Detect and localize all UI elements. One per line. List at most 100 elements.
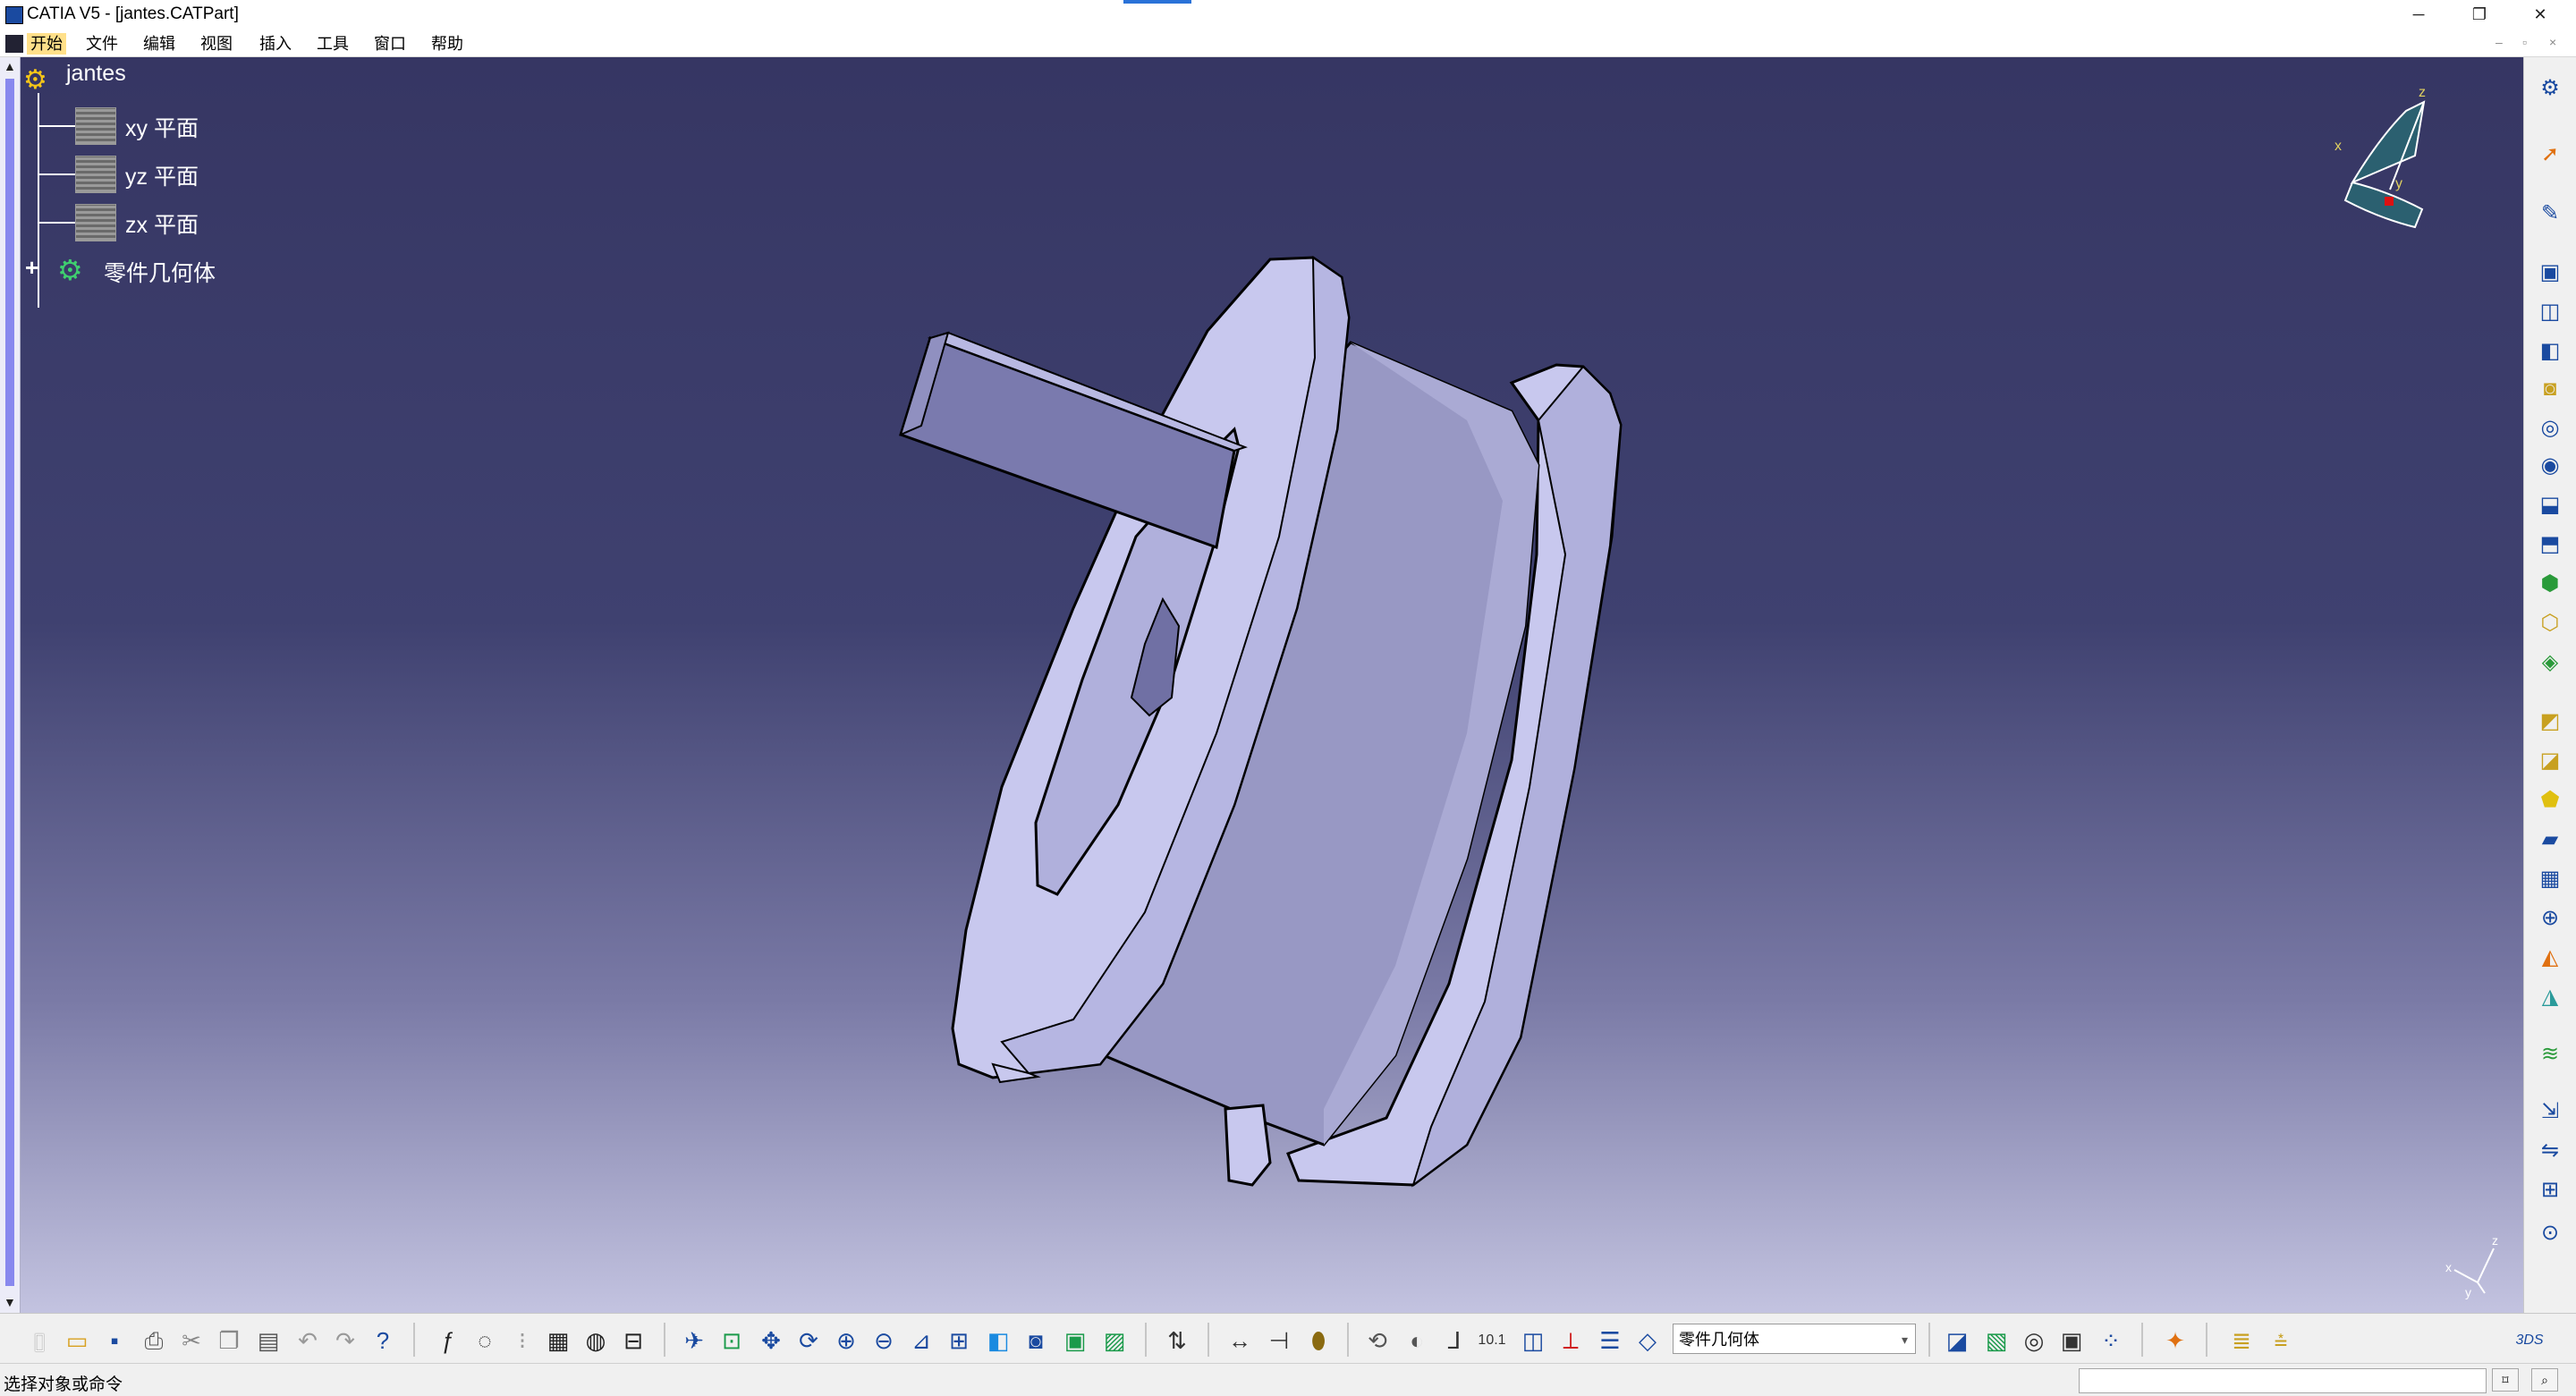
removed-loft-icon[interactable]: ⬡ [2537, 610, 2563, 637]
plane-icon[interactable] [75, 156, 116, 193]
sew-surface-icon[interactable]: ≋ [2537, 1041, 2563, 1068]
fit-all-icon[interactable]: ⊡ [717, 1326, 746, 1355]
command-input[interactable] [2079, 1368, 2487, 1393]
boolean-icon[interactable]: ◎ [2020, 1326, 2048, 1355]
pocket-icon[interactable]: ◫ [2537, 299, 2563, 326]
doc-restore-icon[interactable]: ▫ [2522, 35, 2527, 49]
rib-icon[interactable]: ◉ [2537, 453, 2563, 479]
insert-body-icon[interactable]: ◪ [1943, 1326, 1971, 1355]
layer-icon[interactable]: ≣ [2227, 1326, 2256, 1355]
shading-icon[interactable]: ◙ [1021, 1326, 1050, 1355]
shell-icon[interactable]: ▰ [2537, 826, 2563, 853]
grid-icon[interactable]: ⁘ [2097, 1326, 2125, 1355]
constraint-icon[interactable]: ⟂ [1556, 1326, 1585, 1355]
scaling-icon[interactable]: ⊙ [2537, 1220, 2563, 1247]
analysis-icon[interactable]: ▣ [2057, 1326, 2086, 1355]
iso-view-icon[interactable]: ◧ [984, 1326, 1013, 1355]
mirror-icon[interactable]: ⇋ [2537, 1138, 2563, 1164]
fly-mode-icon[interactable]: ✈ [680, 1326, 708, 1355]
redo-icon[interactable]: ↷ [331, 1326, 360, 1355]
knowledge-icon[interactable]: ◌ [470, 1326, 499, 1355]
new-icon[interactable]: ▯ [25, 1326, 54, 1355]
menu-insert[interactable]: 插入 [256, 33, 295, 55]
pan-icon[interactable]: ✥ [757, 1326, 785, 1355]
compass-widget[interactable]: z x y [2326, 75, 2442, 236]
law-icon[interactable]: ⁝ [508, 1326, 537, 1355]
save-icon[interactable]: ▪ [100, 1326, 129, 1355]
chamfer-icon[interactable]: ◪ [2537, 748, 2563, 774]
part-icon[interactable]: ⚙ [23, 63, 59, 98]
draft-icon[interactable]: ⬟ [2537, 787, 2563, 814]
copy-icon[interactable]: ❐ [215, 1326, 243, 1355]
tree-root-jantes[interactable]: jantes [66, 61, 126, 87]
axis-system-icon[interactable]: ⅃ [1440, 1326, 1469, 1355]
sketcher-icon[interactable]: ✎ [2537, 200, 2563, 227]
menu-tools[interactable]: 工具 [313, 33, 352, 55]
update-icon[interactable]: ⇅ [1163, 1326, 1191, 1355]
measure-between-icon[interactable]: ↔ [1225, 1326, 1254, 1355]
tree-item-yz-plane[interactable]: yz 平面 [125, 159, 199, 191]
insert-geoset-icon[interactable]: ▧ [1982, 1326, 2011, 1355]
hole-icon[interactable]: ◎ [2537, 415, 2563, 442]
open-icon[interactable]: ▭ [63, 1326, 91, 1355]
tree-item-xy-plane[interactable]: xy 平面 [125, 111, 199, 143]
restore-button[interactable]: ❐ [2451, 0, 2508, 30]
hide-show-icon[interactable]: ▣ [1061, 1326, 1089, 1355]
rotate-icon[interactable]: ⟳ [794, 1326, 823, 1355]
thread-icon[interactable]: ⊕ [2537, 905, 2563, 932]
whats-this-icon[interactable]: ? [369, 1326, 397, 1355]
sketch-settings-icon[interactable]: ⚙ [2537, 75, 2563, 102]
command-go-icon[interactable]: ⌑ [2492, 1368, 2519, 1392]
3d-viewport[interactable]: z x y z x y [0, 57, 2523, 1313]
swap-visible-icon[interactable]: ▨ [1100, 1326, 1129, 1355]
print-icon[interactable]: ⎙ [140, 1326, 168, 1355]
menu-edit[interactable]: 编辑 [140, 33, 179, 55]
tree-scroll-strip[interactable]: ▲ ▼ [0, 57, 21, 1313]
plane-icon[interactable] [75, 204, 116, 241]
fillet-icon[interactable]: ◩ [2537, 708, 2563, 735]
pattern-icon[interactable]: ⊞ [2537, 1177, 2563, 1204]
list-icon[interactable]: ☰ [1596, 1326, 1624, 1355]
select-arrow-icon[interactable]: ➚ [2537, 141, 2563, 168]
menu-window[interactable]: 窗口 [370, 33, 410, 55]
close-button[interactable]: ✕ [2512, 0, 2569, 30]
table-icon[interactable]: ▦ [544, 1326, 572, 1355]
menu-view[interactable]: 视图 [197, 33, 236, 55]
multi-view-icon[interactable]: ⊞ [945, 1326, 973, 1355]
pad-icon[interactable]: ▣ [2537, 259, 2563, 286]
translation-icon[interactable]: ⇲ [2537, 1098, 2563, 1125]
thick-surface-icon[interactable]: ◮ [2537, 984, 2563, 1011]
apply-material-icon[interactable]: ✦ [2161, 1326, 2190, 1355]
snap-icon[interactable]: ⟲ [1363, 1326, 1392, 1355]
properties-icon[interactable]: ⩮ [2267, 1326, 2295, 1355]
menu-start[interactable]: 开始 [27, 33, 66, 55]
multi-section-icon[interactable]: ◈ [2537, 649, 2563, 676]
define-work-object-icon[interactable]: ◇ [1633, 1326, 1662, 1355]
zoom-out-icon[interactable]: ⊖ [869, 1326, 898, 1355]
command-history-icon[interactable]: ⌕ [2531, 1368, 2558, 1392]
tree-item-part-body[interactable]: 零件几何体 [104, 256, 216, 288]
scroll-up-icon[interactable]: ▲ [4, 59, 16, 73]
scroll-down-icon[interactable]: ▼ [4, 1295, 16, 1309]
slot-icon[interactable]: ⬓ [2537, 492, 2563, 519]
binary-grid-icon[interactable]: 10.1 [1478, 1326, 1506, 1355]
formula-icon[interactable]: ƒ [433, 1326, 462, 1355]
catalog-icon[interactable]: ◍ [581, 1326, 610, 1355]
undo-icon[interactable]: ↶ [293, 1326, 322, 1355]
doc-minimize-icon[interactable]: – [2496, 35, 2503, 49]
stiffener-icon[interactable]: ⬒ [2537, 531, 2563, 558]
body-gear-icon[interactable]: ⚙ [57, 252, 93, 288]
menu-help[interactable]: 帮助 [428, 33, 467, 55]
doc-close-icon[interactable]: × [2549, 35, 2556, 49]
current-body-select[interactable]: 零件几何体 ▾ [1673, 1324, 1916, 1354]
normal-view-icon[interactable]: ⊿ [907, 1326, 936, 1355]
loft-icon[interactable]: ⬢ [2537, 571, 2563, 597]
measure-inertia-icon[interactable]: ⬮ [1304, 1326, 1333, 1355]
plane-icon[interactable] [75, 107, 116, 145]
zoom-in-icon[interactable]: ⊕ [832, 1326, 860, 1355]
split-icon[interactable]: ◭ [2537, 944, 2563, 971]
datum-icon[interactable]: ◫ [1519, 1326, 1547, 1355]
shaft-icon[interactable]: ◧ [2537, 338, 2563, 365]
thickness-icon[interactable]: ▦ [2537, 866, 2563, 893]
minimize-button[interactable]: ─ [2390, 0, 2447, 30]
